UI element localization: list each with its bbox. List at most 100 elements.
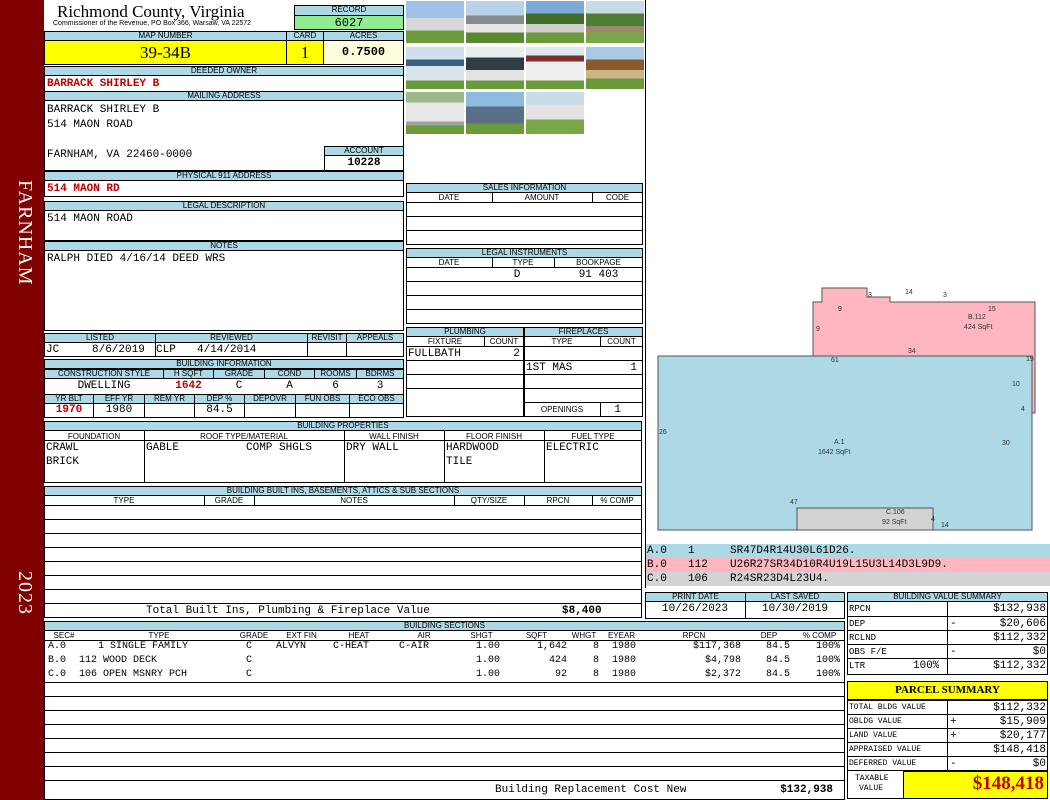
sec-pcomp: 100%: [815, 641, 840, 652]
building-sketch: A.1 1642 SqFt B.112 424 SqFt C.106 92 Sq…: [657, 287, 1036, 531]
effyr-value: 1980: [105, 404, 133, 416]
grade-value: C: [235, 380, 243, 392]
builtins-qty-label: QTY/SIZE: [470, 496, 508, 505]
bdrms-value: 3: [376, 380, 384, 392]
plumbing-fixture-label: FIXTURE: [427, 337, 463, 346]
vs-rpcn-label: RPCN: [849, 604, 871, 614]
legal-desc-value: 514 MAON ROAD: [47, 213, 133, 225]
vector-row-b: B.0 112 U26R27SR34D10R4U19L15U3L14D3L9D9…: [646, 558, 1050, 572]
hsqft-value: 1642: [175, 380, 202, 392]
sketch-area: A.1 1642 SqFt B.112 424 SqFt C.106 92 Sq…: [645, 0, 1050, 544]
sec-num: B.0: [48, 655, 67, 666]
physical-value: 514 MAON RD: [47, 183, 120, 195]
dep-value: 84.5: [206, 404, 233, 416]
sec-header-shgt: SHGT: [470, 631, 493, 640]
deeded-owner-value: BARRACK SHIRLEY B: [47, 78, 160, 90]
fireplace-count-label: COUNT: [607, 337, 636, 346]
grade-label: GRADE: [213, 369, 265, 379]
yrblt-label: YR BLT: [44, 394, 94, 404]
sec-shgt: 1.00: [475, 641, 500, 652]
openings-label: OPENINGS: [540, 405, 584, 414]
ps-deferred-value: $0: [1032, 758, 1046, 770]
dim-b-right-top: 15: [988, 306, 996, 313]
vector-string: SR47D4R14U30L61D26.: [730, 545, 856, 557]
sketch-b-label: B.112: [968, 314, 986, 321]
house-photo[interactable]: [526, 47, 584, 89]
vector-list: A.0 1 SR47D4R14U30L61D26. B.0 112 U26R27…: [645, 544, 1050, 588]
building-props-block: BUILDING PROPERTIES FOUNDATION ROOF TYPE…: [44, 421, 642, 483]
vs-ltr-label: LTR: [849, 661, 866, 671]
ps-appraised-value: $148,418: [993, 744, 1046, 756]
ps-land-label: LAND VALUE: [849, 731, 898, 740]
vs-rpcn-value: $132,938: [993, 603, 1046, 615]
sec-air: C-AIR: [399, 641, 430, 652]
house-photo[interactable]: [526, 1, 584, 43]
account-box: 10228: [324, 155, 404, 171]
deeded-owner-box: BARRACK SHIRLEY B: [44, 75, 404, 92]
house-photo[interactable]: [466, 92, 524, 134]
foundation-value-1: CRAWL: [46, 442, 80, 454]
sec-header-sqft: SQFT: [525, 631, 548, 640]
sec-sqft: 92: [554, 669, 567, 680]
sidebar-town-text: FARNHAM: [14, 180, 36, 286]
vs-obsfe-value: $0: [1032, 646, 1046, 658]
sec-header-heat: HEAT: [348, 631, 370, 640]
plumbing-block: PLUMBING FIXTURE COUNT FULLBATH 2: [406, 327, 524, 417]
funobs-label: FUN OBS: [295, 394, 350, 404]
dim-b-r2: 10: [1012, 381, 1020, 388]
print-date-value: 10/26/2023: [661, 603, 728, 615]
vector-string: R24SR23D4L23U4.: [730, 573, 830, 585]
builtins-grade-label: GRADE: [214, 496, 244, 505]
review-block: LISTED REVIEWED REVISIT APPEALS JC 8/6/2…: [44, 333, 404, 357]
plumbing-fixture-value: FULLBATH: [408, 348, 461, 360]
commissioner-address: Commissioner of the Revenue, PO Box 366,…: [53, 20, 252, 27]
dep-label: DEP %: [194, 394, 245, 404]
notes-box: RALPH DIED 4/16/14 DEED WRS: [44, 250, 404, 331]
house-photo[interactable]: [406, 92, 464, 134]
sec-sqft: 1,642: [536, 641, 567, 652]
house-photo[interactable]: [586, 1, 644, 43]
sketch-c-label: C.106: [886, 509, 905, 516]
ecoobs-label: ECO OBS: [349, 394, 404, 404]
sidebar: [0, 0, 44, 800]
house-photo[interactable]: [526, 92, 584, 134]
last-saved-value: 10/30/2019: [761, 603, 828, 615]
listed-by: JC: [46, 344, 60, 356]
house-photo[interactable]: [586, 47, 644, 89]
county-title: Richmond County, Virginia: [57, 2, 245, 21]
sec-type: 1 SINGLE FAMILY: [98, 641, 189, 652]
house-photo[interactable]: [406, 47, 464, 89]
dates-block: PRINT DATE LAST SAVED 10/26/2023 10/30/2…: [645, 592, 845, 619]
building-info-block: BUILDING INFORMATION CONSTRUCTION STYLE …: [44, 359, 404, 418]
sec-num: C.0: [48, 669, 67, 680]
sec-grade: C: [246, 669, 253, 680]
sec-eyear: 1980: [611, 655, 636, 666]
floor-value-2: TILE: [446, 456, 473, 468]
li-date-label: DATE: [438, 258, 460, 267]
plumbing-count-value: 2: [513, 348, 520, 360]
house-photo[interactable]: [466, 1, 524, 43]
dim-c-bottom: 14: [941, 522, 949, 529]
reviewed-date: 4/14/2014: [197, 344, 257, 356]
house-photo[interactable]: [466, 47, 524, 89]
li-type-label: TYPE: [512, 258, 534, 267]
sales-date-label: DATE: [438, 193, 460, 202]
mailing-line1: BARRACK SHIRLEY B: [47, 104, 160, 116]
ps-obldg-value: $15,909: [999, 716, 1046, 728]
foundation-value-2: BRICK: [46, 456, 80, 468]
plumbing-count-label: COUNT: [489, 337, 519, 346]
cond-value: A: [286, 380, 293, 392]
vector-code: 1: [688, 545, 695, 557]
sec-whgt: 8: [592, 655, 599, 666]
sales-code-label: CODE: [605, 193, 630, 202]
house-photo[interactable]: [406, 1, 464, 43]
sec-heat: C-HEAT: [333, 641, 370, 652]
ps-total-bldg-label: TOTAL BLDG VALUE: [849, 703, 926, 712]
sec-header-pcomp: % COMP: [802, 631, 837, 640]
value-summary-block: BUILDING VALUE SUMMARY RPCN $132,938 DEP…: [847, 592, 1048, 675]
bdrms-label: BDRMS: [356, 369, 404, 379]
effyr-label: EFF YR: [93, 394, 145, 404]
remyr-label: REM YR: [144, 394, 195, 404]
dim-a-right: 30: [1002, 440, 1010, 447]
sec-rpcn: $2,372: [704, 669, 741, 680]
